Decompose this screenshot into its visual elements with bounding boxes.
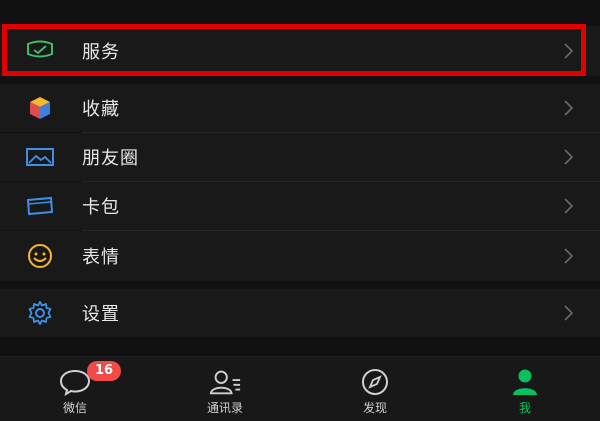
menu-label: 服务 [82,42,120,63]
chevron-right-icon [564,305,574,321]
chevron-right-icon [564,198,574,214]
tab-label: 微信 [62,401,87,415]
menu-label: 表情 [82,247,120,268]
compass-icon [358,367,392,397]
menu-label: 卡包 [82,197,120,218]
menu-row-favorites[interactable]: 收藏 [0,84,600,132]
tab-label: 发现 [362,401,387,415]
gear-settings-icon [24,301,56,325]
menu-row-settings[interactable]: 设置 [0,289,600,337]
moments-photo-icon [24,145,56,169]
tab-chats[interactable]: 16 微信 [0,357,150,421]
unread-badge: 16 [87,361,122,381]
tab-contacts[interactable]: 通讯录 [150,357,300,421]
tab-label: 我 [518,401,531,415]
wallet-service-icon [24,39,56,63]
menu-label: 朋友圈 [82,148,139,169]
chevron-right-icon [564,149,574,165]
person-icon [508,367,542,397]
menu-row-card-wallet[interactable]: 卡包 [0,182,600,230]
chevron-right-icon [564,248,574,264]
menu-row-stickers[interactable]: 表情 [0,231,600,281]
menu-label: 设置 [82,304,120,325]
contacts-icon [208,367,242,397]
cube-favorites-icon [24,96,56,120]
tab-label: 通讯录 [206,401,243,415]
tab-me[interactable]: 我 [450,357,600,421]
menu-row-moments[interactable]: 朋友圈 [0,133,600,181]
menu-label: 收藏 [82,99,120,120]
tab-discover[interactable]: 发现 [300,357,450,421]
bottom-tab-bar: 16 微信 通讯录 发现 我 [0,356,600,421]
chevron-right-icon [564,100,574,116]
card-wallet-icon [24,194,56,218]
smiley-sticker-icon [24,244,56,268]
menu-row-service[interactable]: 服务 [0,26,600,76]
chevron-right-icon [564,43,574,59]
